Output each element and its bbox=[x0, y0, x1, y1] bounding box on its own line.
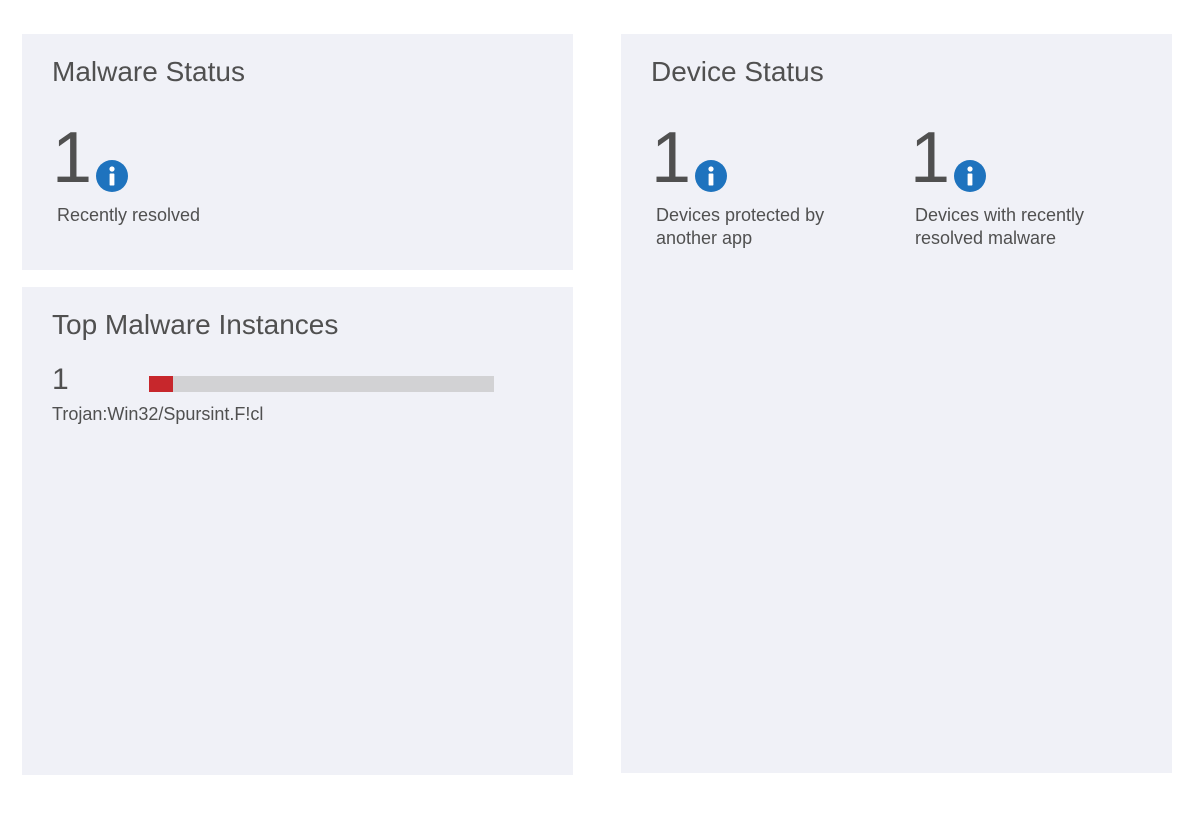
devices-protected-label: Devices protected by another app bbox=[656, 205, 825, 248]
top-malware-instances-tile: Top Malware Instances 1 Trojan:Win32/Spu… bbox=[22, 287, 573, 775]
malware-instance-name: Trojan:Win32/Spursint.F!cl bbox=[52, 404, 264, 424]
devices-resolved-label: Devices with recently resolved malware bbox=[915, 205, 1085, 248]
info-icon[interactable] bbox=[954, 160, 986, 192]
malware-status-tile: Malware Status 1 Recently resolved bbox=[22, 34, 573, 270]
malware-instance-bar-fill bbox=[149, 376, 174, 392]
malware-instance-count: 1 bbox=[52, 363, 69, 396]
info-icon[interactable] bbox=[96, 160, 128, 192]
malware-status-title: Malware Status bbox=[52, 56, 245, 87]
devices-protected-value: 1 bbox=[651, 118, 692, 198]
info-icon[interactable] bbox=[695, 160, 727, 192]
malware-instance-bar bbox=[149, 376, 494, 392]
recently-resolved-label: Recently resolved bbox=[57, 205, 201, 225]
recently-resolved-value: 1 bbox=[52, 118, 93, 198]
device-status-title: Device Status bbox=[651, 56, 824, 87]
device-status-tile: Device Status 1 Devices protected by ano… bbox=[621, 34, 1172, 773]
malware-instance-row[interactable]: 1 Trojan:Win32/Spursint.F!cl bbox=[52, 365, 532, 425]
top-malware-instances-title: Top Malware Instances bbox=[52, 309, 339, 340]
devices-resolved-value: 1 bbox=[910, 118, 951, 198]
